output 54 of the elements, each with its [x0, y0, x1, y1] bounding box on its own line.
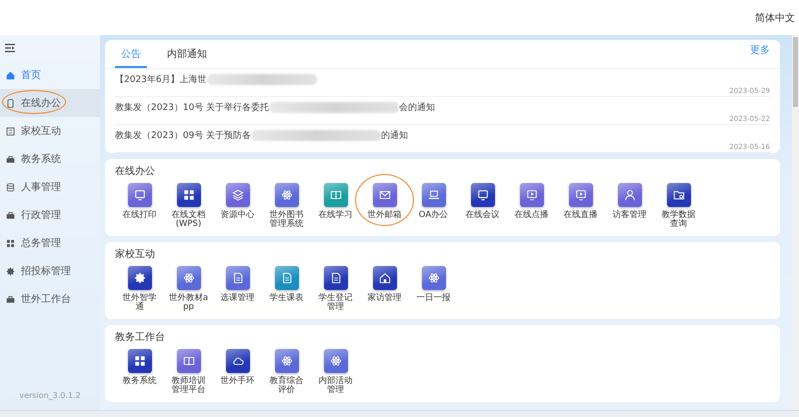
app-shortcut[interactable]: 资源中心	[213, 183, 262, 221]
app-shortcut[interactable]: 世外教材app	[164, 266, 213, 315]
notice-title-end[interactable]: 的通知	[381, 129, 408, 142]
sidebar-item[interactable]: 行政管理	[0, 201, 100, 229]
grid-icon	[6, 238, 15, 248]
app-shortcut[interactable]: 学生课表	[262, 266, 311, 304]
scrollbar[interactable]	[792, 35, 799, 410]
sidebar-item[interactable]: 招投标管理	[0, 257, 100, 285]
sidebar-item[interactable]: 家校互动	[0, 117, 100, 145]
app-shortcut[interactable]: 内部活动管理	[311, 349, 360, 398]
app-shortcut[interactable]: 一日一报	[409, 266, 458, 304]
notice-title[interactable]: 教集发（2023）10号 关于举行各委托	[115, 101, 270, 114]
app-shortcut[interactable]: 选课管理	[213, 266, 262, 304]
sidebar-item[interactable]: 总务管理	[0, 229, 100, 257]
database-icon	[6, 182, 15, 192]
notice-title-end[interactable]: 会的通知	[399, 101, 436, 114]
app-shortcut[interactable]: 在线学习	[311, 183, 360, 221]
app-shortcut[interactable]: 教学数据查询	[654, 183, 703, 232]
gear-icon	[6, 266, 15, 276]
home-icon	[6, 70, 15, 80]
sidebar-item[interactable]: 世外工作台	[0, 285, 100, 313]
sidebar-item[interactable]: 在线办公	[0, 89, 100, 117]
app-shortcut[interactable]: 在线会议	[458, 183, 507, 221]
app-shortcut[interactable]: 在线打印	[115, 183, 164, 221]
app-shortcut[interactable]: 在线点播	[507, 183, 556, 221]
sidebar-item[interactable]: 教务系统	[0, 145, 100, 173]
tablet-icon	[6, 98, 15, 108]
app-shortcut[interactable]: 家访管理	[360, 266, 409, 304]
menu-icon[interactable]	[5, 43, 15, 53]
app-shortcut[interactable]: 世外手环	[213, 349, 262, 387]
app-shortcut[interactable]: 世外图书管理系统	[262, 183, 311, 232]
briefcase-icon	[6, 294, 15, 304]
section-title: 家校互动	[115, 248, 156, 261]
section-title: 教务工作台	[115, 330, 166, 344]
briefcase-icon	[6, 210, 15, 220]
language-selector[interactable]: 简体中文	[755, 10, 795, 24]
app-shortcut[interactable]: 教师培训管理平台	[164, 349, 213, 398]
notice-title[interactable]: 教集发（2023）09号 关于预防各	[115, 129, 252, 142]
sidebar-item[interactable]: 人事管理	[0, 173, 100, 201]
app-shortcut[interactable]: 教务系统	[115, 349, 164, 387]
version-label: version_3.0.1.2	[18, 391, 82, 400]
app-shortcut[interactable]: OA办公	[409, 183, 458, 221]
briefcase-icon	[6, 154, 15, 164]
app-shortcut[interactable]: 学生登记管理	[311, 266, 360, 315]
notice-title[interactable]: 【2023年6月】上海世	[115, 73, 207, 86]
notice-tab[interactable]: 内部通知	[161, 46, 213, 68]
section-title: 在线办公	[115, 164, 156, 178]
app-shortcut[interactable]: 世外邮箱	[360, 183, 409, 221]
app-shortcut[interactable]: 在线直播	[556, 183, 605, 221]
app-shortcut[interactable]: 教育综合评价	[262, 349, 311, 398]
app-shortcut[interactable]: 世外智学通	[115, 266, 164, 315]
frame-icon	[6, 126, 15, 136]
app-shortcut[interactable]: 在线文档(WPS)	[164, 183, 213, 232]
app-shortcut[interactable]: 访客管理	[605, 183, 654, 221]
